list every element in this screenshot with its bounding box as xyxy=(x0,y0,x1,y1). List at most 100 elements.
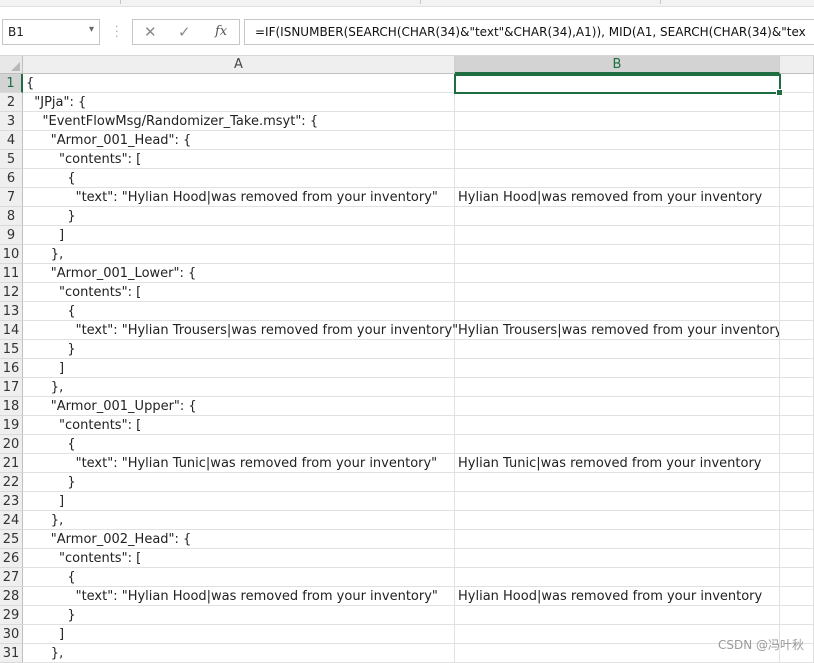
row-header[interactable]: 27 xyxy=(0,568,23,587)
cell-b[interactable] xyxy=(455,549,780,568)
cell-a[interactable]: "Armor_001_Head": { xyxy=(23,131,455,150)
cell-a[interactable]: ] xyxy=(23,359,455,378)
cell-c[interactable] xyxy=(780,112,814,131)
row-header[interactable]: 30 xyxy=(0,625,23,644)
cell-b[interactable] xyxy=(455,226,780,245)
cell-a[interactable]: "JPja": { xyxy=(23,93,455,112)
cell-a[interactable]: "Armor_002_Head": { xyxy=(23,530,455,549)
cell-c[interactable] xyxy=(780,454,814,473)
cell-c[interactable] xyxy=(780,131,814,150)
row-header[interactable]: 14 xyxy=(0,321,23,340)
cell-a[interactable]: }, xyxy=(23,245,455,264)
cell-b[interactable] xyxy=(455,131,780,150)
cell-a[interactable]: "Armor_001_Lower": { xyxy=(23,264,455,283)
row-header[interactable]: 15 xyxy=(0,340,23,359)
cell-c[interactable] xyxy=(780,321,814,340)
cell-b[interactable] xyxy=(455,435,780,454)
select-all-button[interactable] xyxy=(0,56,23,74)
cell-b[interactable] xyxy=(455,416,780,435)
cell-b[interactable] xyxy=(455,568,780,587)
cell-c[interactable] xyxy=(780,74,814,93)
cell-c[interactable] xyxy=(780,264,814,283)
cell-b[interactable] xyxy=(455,606,780,625)
cell-b[interactable] xyxy=(455,340,780,359)
cell-b[interactable] xyxy=(455,397,780,416)
row-header[interactable]: 17 xyxy=(0,378,23,397)
cell-b[interactable] xyxy=(455,511,780,530)
cell-b[interactable]: Hylian Tunic|was removed from your inven… xyxy=(455,454,780,473)
row-header[interactable]: 21 xyxy=(0,454,23,473)
cell-a[interactable]: } xyxy=(23,340,455,359)
row-header[interactable]: 4 xyxy=(0,131,23,150)
cell-c[interactable] xyxy=(780,416,814,435)
cell-b[interactable]: Hylian Hood|was removed from your invent… xyxy=(455,587,780,606)
row-header[interactable]: 9 xyxy=(0,226,23,245)
cell-b[interactable] xyxy=(455,150,780,169)
row-header[interactable]: 23 xyxy=(0,492,23,511)
cell-c[interactable] xyxy=(780,473,814,492)
row-header[interactable]: 18 xyxy=(0,397,23,416)
cell-a[interactable]: } xyxy=(23,473,455,492)
cell-c[interactable] xyxy=(780,511,814,530)
row-header[interactable]: 19 xyxy=(0,416,23,435)
cell-b[interactable] xyxy=(455,473,780,492)
cell-b[interactable] xyxy=(455,112,780,131)
cell-a[interactable]: "contents": [ xyxy=(23,416,455,435)
cell-a[interactable]: "Armor_001_Upper": { xyxy=(23,397,455,416)
cell-a[interactable]: ] xyxy=(23,625,455,644)
row-header[interactable]: 2 xyxy=(0,93,23,112)
column-header-a[interactable]: A xyxy=(23,56,455,74)
cell-b[interactable] xyxy=(455,207,780,226)
cell-c[interactable] xyxy=(780,150,814,169)
cell-c[interactable] xyxy=(780,359,814,378)
chevron-down-icon[interactable]: ▾ xyxy=(89,24,94,35)
row-header[interactable]: 24 xyxy=(0,511,23,530)
formula-input[interactable]: =IF(ISNUMBER(SEARCH(CHAR(34)&"text"&CHAR… xyxy=(244,19,814,45)
row-header[interactable]: 7 xyxy=(0,188,23,207)
cell-a[interactable]: { xyxy=(23,568,455,587)
cell-b[interactable] xyxy=(455,378,780,397)
cell-b[interactable]: Hylian Trousers|was removed from your in… xyxy=(455,321,780,340)
cell-c[interactable] xyxy=(780,207,814,226)
cell-c[interactable] xyxy=(780,340,814,359)
cell-c[interactable] xyxy=(780,226,814,245)
cell-a[interactable]: "contents": [ xyxy=(23,549,455,568)
cell-a[interactable]: { xyxy=(23,169,455,188)
cell-c[interactable] xyxy=(780,435,814,454)
cell-a[interactable]: "contents": [ xyxy=(23,150,455,169)
row-header[interactable]: 13 xyxy=(0,302,23,321)
row-header[interactable]: 6 xyxy=(0,169,23,188)
cell-c[interactable] xyxy=(780,549,814,568)
cell-c[interactable] xyxy=(780,302,814,321)
cell-a[interactable]: { xyxy=(23,435,455,454)
cell-b[interactable] xyxy=(455,169,780,188)
cell-a[interactable]: }, xyxy=(23,644,455,663)
row-header[interactable]: 12 xyxy=(0,283,23,302)
cell-b[interactable] xyxy=(455,74,780,93)
row-header[interactable]: 31 xyxy=(0,644,23,663)
cell-c[interactable] xyxy=(780,378,814,397)
column-header-c[interactable] xyxy=(780,56,814,74)
cell-c[interactable] xyxy=(780,283,814,302)
cell-c[interactable] xyxy=(780,606,814,625)
cell-b[interactable] xyxy=(455,264,780,283)
cell-a[interactable]: "text": "Hylian Hood|was removed from yo… xyxy=(23,188,455,207)
cell-c[interactable] xyxy=(780,245,814,264)
cell-a[interactable]: "text": "Hylian Trousers|was removed fro… xyxy=(23,321,458,340)
cell-c[interactable] xyxy=(780,530,814,549)
cell-b[interactable] xyxy=(455,359,780,378)
row-header[interactable]: 8 xyxy=(0,207,23,226)
cell-a[interactable]: ] xyxy=(23,226,455,245)
cell-a[interactable]: } xyxy=(23,606,455,625)
column-header-b[interactable]: B xyxy=(455,56,780,74)
cell-c[interactable] xyxy=(780,169,814,188)
cell-b[interactable] xyxy=(455,492,780,511)
cell-a[interactable]: }, xyxy=(23,511,455,530)
insert-function-icon[interactable]: fx xyxy=(215,24,227,39)
cancel-icon[interactable]: ✕ xyxy=(144,23,157,41)
cell-a[interactable]: }, xyxy=(23,378,455,397)
row-header[interactable]: 11 xyxy=(0,264,23,283)
cell-b[interactable] xyxy=(455,302,780,321)
row-header[interactable]: 20 xyxy=(0,435,23,454)
cell-b[interactable] xyxy=(455,245,780,264)
